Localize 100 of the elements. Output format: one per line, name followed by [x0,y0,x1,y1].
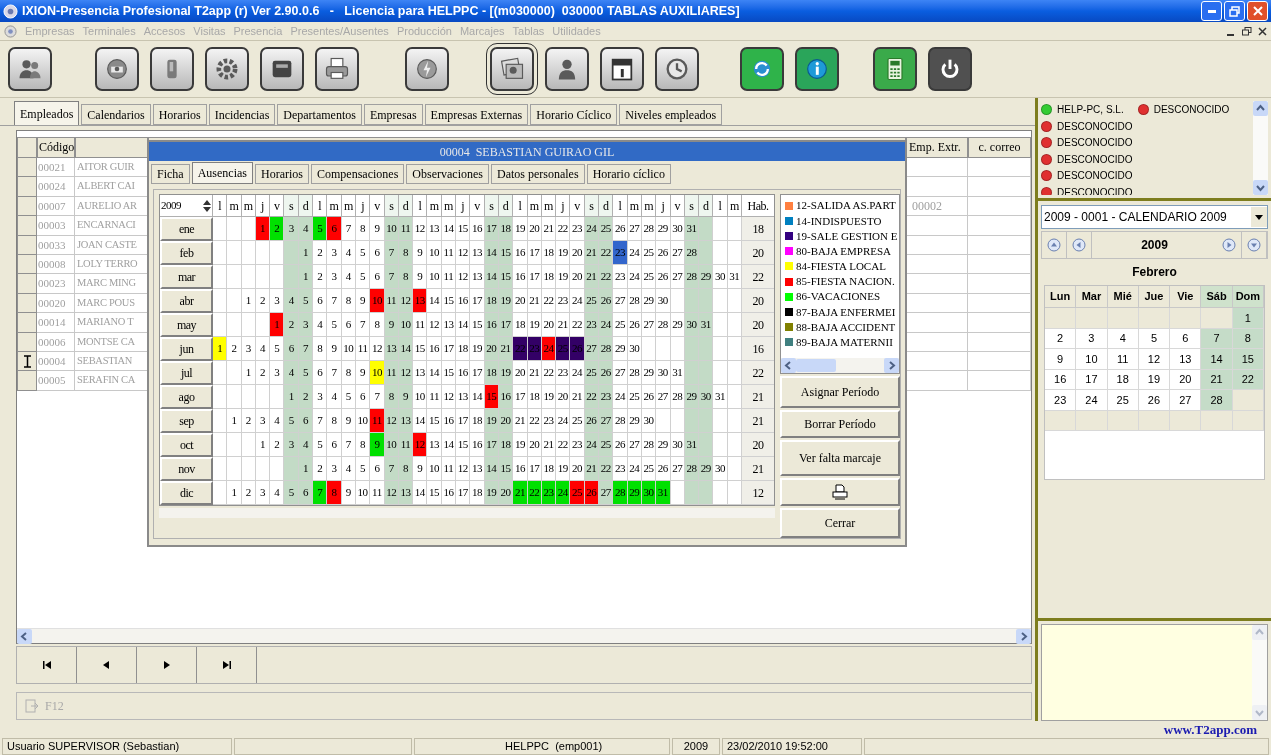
toolbar-button[interactable] [740,47,784,91]
day-cell[interactable]: 10 [427,241,442,265]
day-cell[interactable]: 22 [599,241,614,265]
month-button[interactable]: feb [160,241,213,265]
day-cell[interactable]: 11 [413,313,428,337]
day-cell[interactable]: 15 [413,337,428,361]
day-cell[interactable]: 19 [556,265,571,289]
day-cell[interactable]: 29 [613,337,628,361]
day-cell[interactable]: 26 [613,433,628,457]
day-cell[interactable]: 25 [570,409,585,433]
day-cell[interactable]: 20 [513,289,528,313]
day-cell[interactable]: 15 [456,433,471,457]
day-cell[interactable]: 15 [1232,349,1264,370]
day-cell[interactable]: 12 [456,241,471,265]
day-cell[interactable]: 4 [327,385,342,409]
day-cell[interactable]: 30 [699,385,714,409]
day-cell[interactable]: 23 [599,385,614,409]
scroll-up-icon[interactable] [1253,101,1268,116]
day-cell[interactable]: 3 [1076,328,1108,349]
day-cell[interactable]: 23 [1045,390,1077,411]
day-cell[interactable]: 16 [513,457,528,481]
day-cell[interactable]: 23 [570,217,585,241]
day-cell[interactable]: 26 [656,265,671,289]
day-cell[interactable]: 2 [270,433,285,457]
day-cell[interactable]: 16 [470,433,485,457]
tab[interactable]: Horario cíclico [586,164,671,184]
day-cell[interactable]: 21 [556,313,571,337]
day-cell[interactable]: 6 [313,289,328,313]
marked-day-cell[interactable]: 28 [613,481,628,505]
day-cell[interactable]: 2 [227,337,242,361]
marked-day-cell[interactable]: 10 [370,289,385,313]
day-cell[interactable]: 20 [1170,369,1202,390]
day-cell[interactable]: 15 [470,313,485,337]
day-cell[interactable]: 22 [570,313,585,337]
toolbar-button[interactable] [205,47,249,91]
day-cell[interactable]: 14 [1201,349,1233,370]
day-cell[interactable]: 20 [570,241,585,265]
day-cell[interactable]: 19 [556,241,571,265]
marked-day-cell[interactable]: 1 [270,313,285,337]
day-cell[interactable]: 28 [599,337,614,361]
day-cell[interactable]: 13 [470,241,485,265]
day-cell[interactable]: 20 [570,457,585,481]
day-cell[interactable]: 6 [370,265,385,289]
day-cell[interactable]: 12 [370,337,385,361]
day-cell[interactable]: 17 [470,361,485,385]
dialog-button[interactable]: Cerrar [780,508,900,538]
month-button[interactable]: dic [160,481,213,505]
day-cell[interactable]: 21 [1201,369,1233,390]
day-cell[interactable]: 6 [284,337,299,361]
horizontal-scrollbar[interactable] [781,358,899,373]
tab[interactable]: Empresas Externas [424,104,529,125]
tab[interactable]: Horarios [152,104,207,125]
marked-day-cell[interactable]: 8 [327,481,342,505]
toolbar-button[interactable] [545,47,589,91]
vertical-scrollbar[interactable] [1253,101,1268,195]
day-cell[interactable]: 4 [270,481,285,505]
scroll-right-icon[interactable] [884,358,899,373]
day-cell[interactable]: 9 [413,457,428,481]
close-button[interactable] [1247,1,1268,21]
month-button[interactable]: oct [160,433,213,457]
day-cell[interactable]: 17 [470,289,485,313]
day-cell[interactable]: 24 [599,313,614,337]
tab[interactable]: Datos personales [490,164,585,184]
day-cell[interactable]: 20 [570,265,585,289]
day-cell[interactable]: 9 [413,265,428,289]
day-cell[interactable]: 25 [1107,390,1139,411]
toolbar-button[interactable] [405,47,449,91]
day-cell[interactable]: 22 [556,217,571,241]
day-cell[interactable]: 13 [1170,349,1202,370]
day-cell[interactable]: 27 [656,385,671,409]
day-cell[interactable]: 12 [456,457,471,481]
day-cell[interactable]: 25 [599,433,614,457]
scroll-down-icon[interactable] [1253,180,1268,195]
day-cell[interactable]: 10 [427,265,442,289]
day-cell[interactable]: 3 [270,361,285,385]
month-button[interactable]: may [160,313,213,337]
day-cell[interactable]: 4 [284,289,299,313]
marked-day-cell[interactable]: 7 [313,481,328,505]
toolbar-button[interactable] [655,47,699,91]
tab[interactable]: Incidencias [208,104,276,125]
month-button[interactable]: jun [160,337,213,361]
scroll-left-icon[interactable] [781,358,796,373]
marked-day-cell[interactable]: 10 [370,361,385,385]
day-cell[interactable]: 26 [599,361,614,385]
day-cell[interactable]: 11 [370,481,385,505]
day-cell[interactable]: 24 [556,409,571,433]
day-cell[interactable]: 16 [456,289,471,313]
day-cell[interactable]: 5 [327,313,342,337]
marked-day-cell[interactable]: 21 [513,481,528,505]
day-cell[interactable]: 15 [456,217,471,241]
day-cell[interactable]: 12 [427,313,442,337]
day-cell[interactable]: 28 [656,313,671,337]
day-cell[interactable]: 6 [370,457,385,481]
day-cell[interactable]: 29 [699,265,714,289]
marked-day-cell[interactable]: 6 [327,217,342,241]
day-cell[interactable]: 27 [613,289,628,313]
day-cell[interactable]: 2 [313,265,328,289]
day-cell[interactable]: 6 [370,241,385,265]
tab[interactable]: Ficha [151,164,190,184]
day-cell[interactable]: 9 [370,217,385,241]
